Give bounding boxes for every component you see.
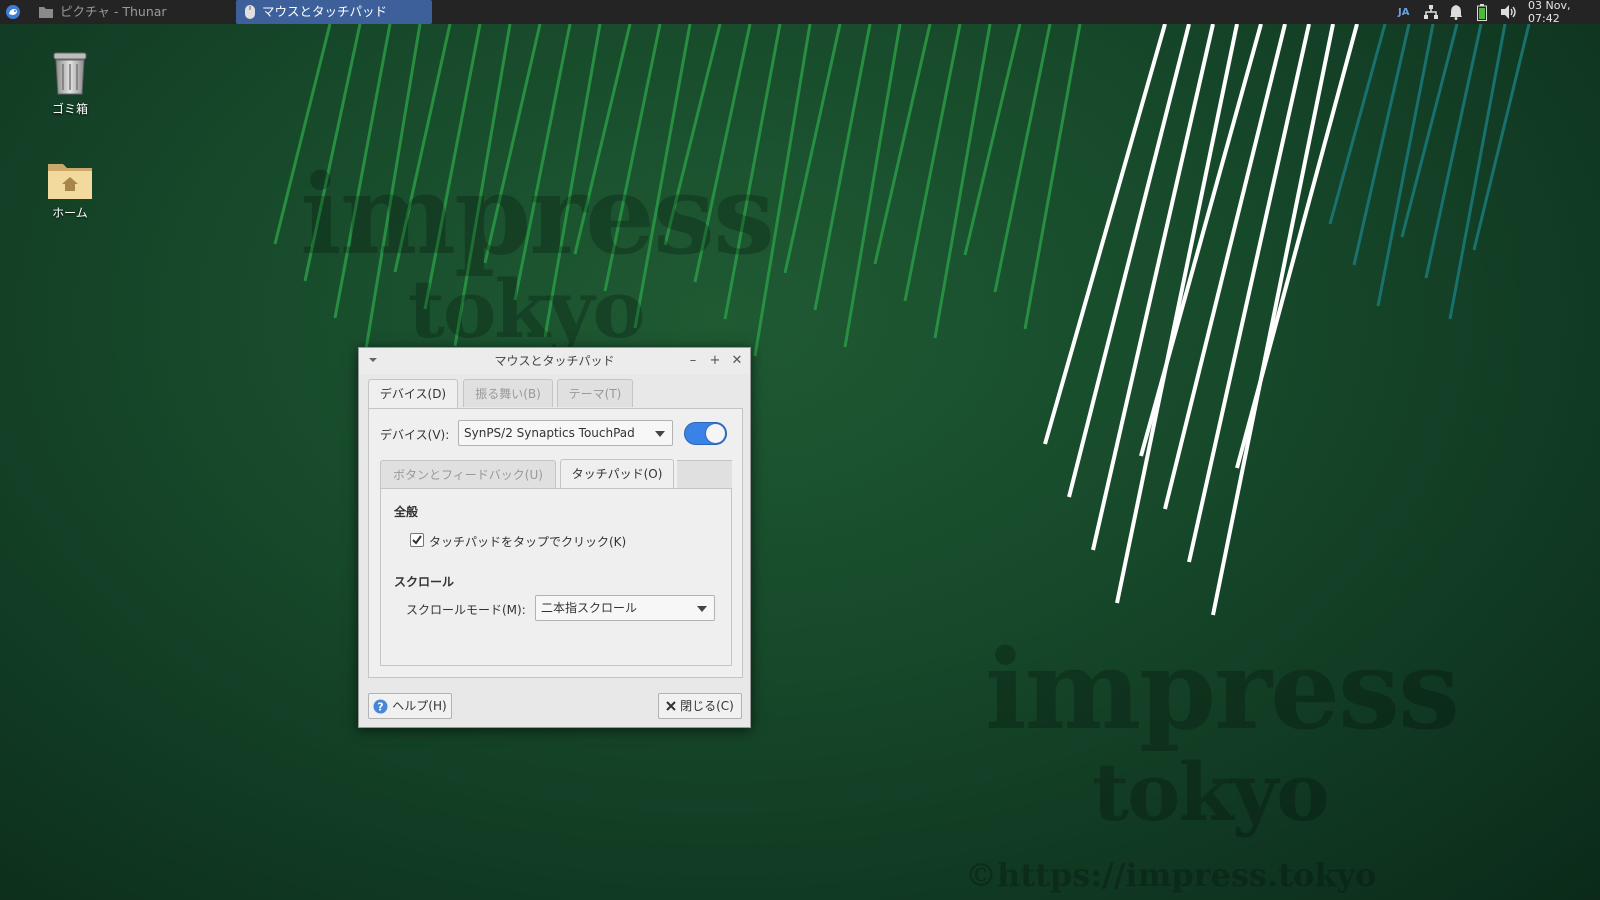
chevron-down-icon	[655, 431, 665, 437]
device-select[interactable]: SynPS/2 Synaptics TouchPad	[458, 420, 673, 446]
device-select-value: SynPS/2 Synaptics TouchPad	[464, 426, 635, 440]
general-heading: 全般	[394, 505, 419, 519]
notification-bell-icon[interactable]	[1449, 0, 1463, 24]
mouse-touchpad-dialog: マウスとタッチパッド – + ✕ デバイス(D) 振る舞い(B) テーマ(T) …	[358, 347, 751, 728]
wallpaper-stripe	[1235, 23, 1359, 469]
whisker-menu-button[interactable]	[0, 0, 26, 24]
wallpaper-stripe	[963, 23, 1022, 256]
keyboard-layout-indicator[interactable]: JA	[1398, 0, 1409, 24]
touchpad-tab-panel: 全般 タッチパッドをタップでクリック(K) スクロール スクロールモード(M):…	[380, 488, 732, 666]
wallpaper-stripe	[1043, 23, 1167, 445]
tab-label: ボタンとフィードバック(U)	[393, 468, 543, 482]
folder-icon	[39, 7, 53, 18]
wallpaper-stripe	[1472, 23, 1531, 251]
wallpaper-stripe	[1115, 23, 1239, 604]
mouse-icon	[245, 5, 255, 19]
maximize-button[interactable]: +	[705, 348, 725, 374]
wallpaper-stripe	[813, 23, 872, 311]
minimize-button[interactable]: –	[683, 348, 703, 374]
wallpaper-stripe	[1328, 23, 1387, 225]
subtab-touchpad[interactable]: タッチパッド(O)	[560, 459, 674, 489]
chevron-down-icon	[697, 606, 707, 612]
task-thunar-pictures[interactable]: ピクチャ - Thunar	[30, 0, 230, 24]
help-button-label: ヘルプ(H)	[392, 699, 447, 713]
tab-label: テーマ(T)	[568, 387, 622, 401]
tab-theme[interactable]: テーマ(T)	[557, 379, 633, 407]
wallpaper-stripe	[1352, 23, 1411, 266]
xfce-mouse-icon	[6, 5, 20, 19]
wallpaper-stripe	[993, 23, 1052, 293]
tab-label: タッチパッド(O)	[571, 467, 663, 481]
desktop-icon-trash[interactable]: ゴミ箱	[25, 50, 115, 117]
top-panel: ピクチャ - Thunar マウスとタッチパッド JA 03 Nov, 07:4…	[0, 0, 1600, 25]
wallpaper-stripe	[783, 23, 842, 274]
network-icon[interactable]	[1423, 0, 1439, 24]
wallpaper-stripe	[903, 23, 962, 302]
wallpaper-stripe	[1163, 23, 1287, 510]
keyboard-layout-label: JA	[1398, 6, 1410, 18]
device-label: デバイス(V):	[380, 428, 450, 442]
wallpaper-stripe	[1400, 23, 1459, 238]
toggle-knob	[706, 424, 725, 443]
tap-click-checkbox[interactable]	[410, 533, 424, 547]
trash-icon	[52, 50, 88, 96]
wallpaper-stripe	[1211, 23, 1335, 616]
close-icon	[666, 701, 676, 711]
wallpaper-stripe	[1139, 23, 1263, 457]
task-label: ピクチャ - Thunar	[60, 4, 167, 19]
desktop-wallpaper	[273, 23, 1531, 616]
tab-behavior[interactable]: 振る舞い(B)	[463, 379, 553, 407]
close-button[interactable]: 閉じる(C)	[658, 693, 742, 719]
subtab-bar-filler	[677, 460, 732, 489]
check-icon	[412, 535, 422, 545]
tab-devices[interactable]: デバイス(D)	[368, 379, 458, 409]
help-icon: ?	[373, 699, 388, 713]
battery-icon[interactable]	[1477, 0, 1487, 24]
desktop-icon-home[interactable]: ホーム	[25, 160, 115, 221]
desktop-icon-label: ゴミ箱	[51, 102, 88, 116]
watermark-impress-bottom: impress	[985, 625, 1460, 754]
wallpaper-stripe	[1023, 23, 1082, 330]
task-label: マウスとタッチパッド	[262, 4, 388, 19]
desktop-icon-label: ホーム	[52, 206, 88, 220]
wallpaper-stripe	[1448, 23, 1507, 320]
clock[interactable]: 03 Nov, 07:42	[1528, 0, 1600, 25]
close-button-label: 閉じる(C)	[680, 699, 734, 713]
subtab-buttons-feedback[interactable]: ボタンとフィードバック(U)	[380, 460, 556, 488]
clock-label: 03 Nov, 07:42	[1528, 0, 1571, 25]
watermark-url: ©https://impress.tokyo	[965, 856, 1377, 894]
tap-click-label[interactable]: タッチパッドをタップでクリック(K)	[429, 533, 626, 550]
close-window-button[interactable]: ✕	[727, 348, 747, 374]
watermark-tokyo-bottom: tokyo	[1092, 745, 1330, 839]
window-titlebar[interactable]: マウスとタッチパッド – + ✕	[359, 348, 750, 374]
devices-tab-panel: デバイス(V): SynPS/2 Synaptics TouchPad ボタンと…	[368, 408, 743, 678]
tab-label: デバイス(D)	[379, 387, 447, 401]
scroll-heading: スクロール	[394, 575, 455, 589]
task-mouse-touchpad[interactable]: マウスとタッチパッド	[236, 0, 432, 24]
tab-label: 振る舞い(B)	[475, 387, 541, 401]
watermark-impress-top: impress	[300, 150, 775, 279]
wallpaper-stripe	[873, 23, 932, 265]
watermark-tokyo-top: tokyo	[408, 262, 646, 356]
wallpaper-stripe	[1091, 23, 1215, 551]
wallpaper-stripe	[1424, 23, 1483, 279]
device-enable-toggle[interactable]	[684, 422, 727, 445]
home-folder-icon	[47, 160, 93, 200]
svg-text:?: ?	[378, 700, 384, 713]
wallpaper-stripe	[1067, 23, 1191, 498]
volume-icon[interactable]	[1500, 0, 1518, 24]
help-button[interactable]: ? ヘルプ(H)	[368, 693, 452, 719]
scroll-mode-value: 二本指スクロール	[541, 601, 638, 615]
wallpaper-stripe	[1187, 23, 1311, 563]
scroll-mode-label: スクロールモード(M):	[406, 603, 526, 617]
scroll-mode-select[interactable]: 二本指スクロール	[535, 595, 715, 621]
wallpaper-stripe	[1376, 23, 1435, 307]
